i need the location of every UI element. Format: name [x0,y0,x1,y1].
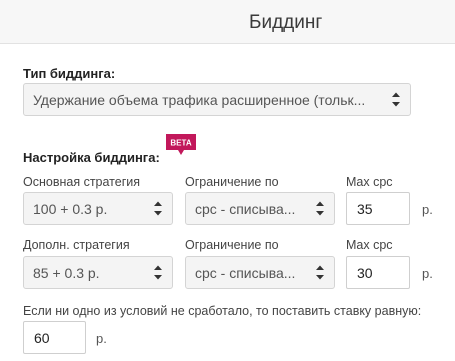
up-down-arrows-icon [144,257,172,288]
primary-max-cpc-label: Max cpc [346,175,393,189]
primary-strategy-value: 100 + 0.3 р. [33,201,108,217]
secondary-limit-label: Ограничение по [185,238,279,252]
primary-max-cpc-input[interactable]: 35 [346,192,410,225]
up-down-arrows-icon [306,257,334,288]
fallback-label: Если ни одно из условий не сработало, то… [23,304,422,318]
up-down-arrows-icon [382,84,410,115]
secondary-limit-select[interactable]: cpc - списыва... [185,256,335,289]
bidding-type-value: Удержание объема трафика расширенное (то… [33,92,366,108]
secondary-strategy-value: 85 + 0.3 р. [33,265,100,281]
secondary-strategy-label: Дополн. стратегия [23,238,130,252]
primary-strategy-select[interactable]: 100 + 0.3 р. [23,192,173,225]
secondary-limit-value: cpc - списыва... [195,265,296,281]
bidding-type-select[interactable]: Удержание объема трафика расширенное (то… [23,83,411,116]
up-down-arrows-icon [144,193,172,224]
secondary-max-cpc-input[interactable]: 30 [346,256,410,289]
bidding-type-label: Тип биддинга: [23,66,116,81]
primary-limit-label: Ограничение по [185,175,279,189]
secondary-max-cpc-unit: р. [422,266,433,281]
secondary-max-cpc-label: Max cpc [346,238,393,252]
beta-badge: BETA [166,134,196,155]
page-title: Биддинг [249,12,323,33]
primary-strategy-label: Основная стратегия [23,175,141,189]
primary-max-cpc-unit: р. [422,202,433,217]
bidding-settings-label: Настройка биддинга: [23,150,160,165]
secondary-strategy-select[interactable]: 85 + 0.3 р. [23,256,173,289]
primary-limit-value: cpc - списыва... [195,201,296,217]
up-down-arrows-icon [306,193,334,224]
beta-badge-text: BETA [170,139,191,148]
primary-limit-select[interactable]: cpc - списыва... [185,192,335,225]
page-header: Биддинг [0,0,455,44]
fallback-unit: р. [96,331,107,346]
fallback-bid-input[interactable]: 60 [23,321,86,354]
